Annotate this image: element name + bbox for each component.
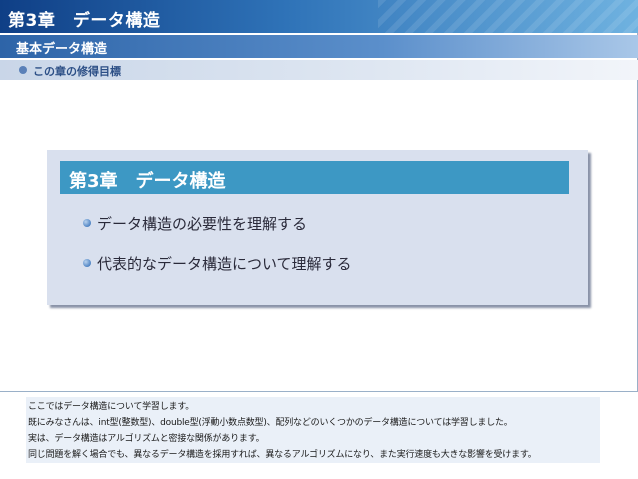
bullet-dot-icon bbox=[83, 219, 91, 227]
content-title-bar: 第3章 データ構造 bbox=[60, 161, 569, 194]
note-line: 既にみなさんは、int型(整数型)、double型(浮動小数点数型)、配列などの… bbox=[28, 418, 513, 428]
objective-label: この章の修得目標 bbox=[33, 65, 121, 78]
slide: 第3章 データ構造 基本データ構造 この章の修得目標 第3章 データ構造 データ… bbox=[0, 0, 638, 392]
header-decoration bbox=[378, 0, 638, 33]
section-title: 基本データ構造 bbox=[16, 42, 108, 57]
content-box: 第3章 データ構造 データ構造の必要性を理解する 代表的なデータ構造について理解… bbox=[47, 150, 588, 305]
bullet-text: データ構造の必要性を理解する bbox=[97, 215, 308, 233]
note-line: 実は、データ構造はアルゴリズムと密接な関係があります。 bbox=[28, 434, 265, 444]
note-line: 同じ問題を解く場合でも、異なるデータ構造を採用すれば、異なるアルゴリズムになり、… bbox=[28, 450, 537, 460]
section-header-bar: 基本データ構造 bbox=[0, 35, 638, 58]
chapter-header-bar: 第3章 データ構造 bbox=[0, 0, 638, 33]
bullet-dot-icon bbox=[83, 259, 91, 267]
chapter-title: 第3章 データ構造 bbox=[8, 11, 161, 31]
objective-bar: この章の修得目標 bbox=[0, 60, 638, 80]
bullet-text: 代表的なデータ構造について理解する bbox=[97, 255, 352, 273]
speaker-notes: ここではデータ構造について学習します。 既にみなさんは、int型(整数型)、do… bbox=[26, 397, 600, 463]
objective-bullet-icon bbox=[19, 66, 27, 74]
note-line: ここではデータ構造について学習します。 bbox=[28, 402, 195, 412]
content-title: 第3章 データ構造 bbox=[69, 171, 226, 192]
